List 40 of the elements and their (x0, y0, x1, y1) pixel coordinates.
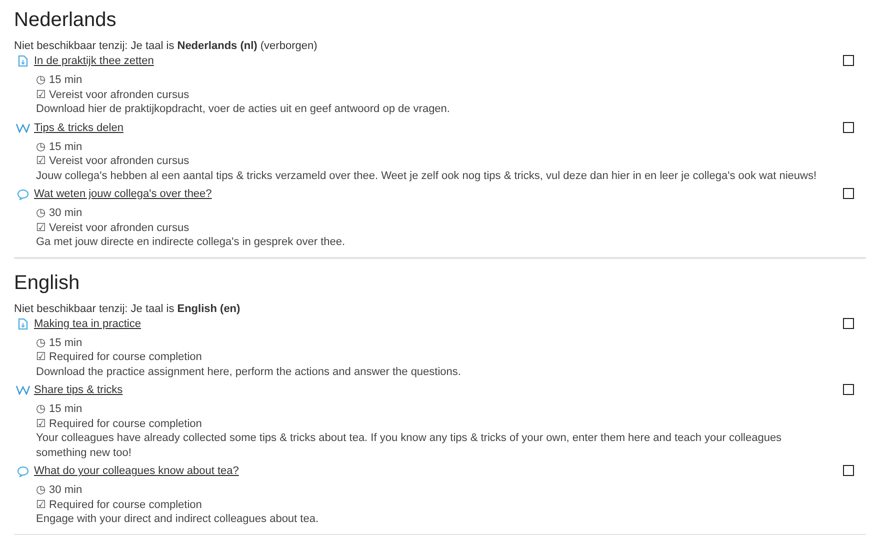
document-icon (18, 55, 28, 67)
duration-text: ◷ 15 min (36, 336, 84, 350)
completion-checkbox[interactable] (843, 55, 854, 66)
chat-bubble-icon (17, 188, 29, 200)
activity-description: Your colleagues have already collected some tips & tricks about tea. If you know any tips & tricks of your own, enter them here and teach your colleagues something new too! (36, 431, 783, 460)
activity-description: Jouw collega's hebben al een aantal tips & tricks verzameld over thee. Weet je zelf ook nog tips & tricks, vul deze dan hier in en leer je collega's ook wat nieuws! (36, 168, 818, 183)
restriction-text: Niet beschikbaar tenzij: Je taal is Nederlands (nl) (verborgen) (14, 39, 318, 53)
section-title: English (14, 270, 81, 296)
wiki-icon (16, 122, 30, 132)
activity-description: Ga met jouw directe en indirecte collega's in gesprek over thee. (36, 235, 346, 250)
duration-text: ◷ 15 min (36, 140, 84, 154)
wiki-icon (16, 385, 30, 395)
activity-description: Engage with your direct and indirect colleagues about tea. (36, 512, 320, 526)
activity-description: Download hier de praktijkopdracht, voer de acties uit en geef antwoord op de vragen. (36, 102, 451, 116)
activity-description: Download the practice assignment here, perform the actions and answer the questions. (36, 364, 462, 379)
document-icon (18, 318, 28, 330)
requirement-text: ☑ Vereist voor afronden cursus (36, 88, 190, 102)
activity-link[interactable]: What do your colleagues know about tea? (34, 465, 239, 477)
duration-text: ◷ 15 min (36, 402, 84, 416)
restriction-text: Niet beschikbaar tenzij: Je taal is English (en) (14, 302, 242, 316)
requirement-text: ☑ Vereist voor afronden cursus (36, 220, 190, 235)
activity-link[interactable]: Wat weten jouw collega's over thee? (34, 188, 212, 200)
activity-link[interactable]: Tips & tricks delen (34, 122, 124, 134)
requirement-text: ☑ Required for course completion (36, 498, 203, 512)
completion-checkbox[interactable] (843, 465, 854, 476)
duration-text: ◷ 30 min (36, 206, 84, 220)
duration-text: ◷ 15 min (36, 73, 84, 88)
chat-bubble-icon (17, 466, 29, 476)
activity-link[interactable]: Making tea in practice (34, 318, 141, 330)
section-title: Nederlands (14, 8, 118, 33)
completion-checkbox[interactable] (843, 384, 854, 395)
requirement-text: ☑ Required for course completion (36, 416, 203, 431)
activity-link[interactable]: In de praktijk thee zetten (34, 55, 154, 67)
completion-checkbox[interactable] (843, 122, 854, 132)
completion-checkbox[interactable] (843, 318, 854, 328)
completion-checkbox[interactable] (843, 188, 854, 199)
activity-link[interactable]: Share tips & tricks (34, 384, 123, 396)
requirement-text: ☑ Vereist voor afronden cursus (36, 154, 190, 168)
duration-text: ◷ 30 min (36, 483, 84, 498)
requirement-text: ☑ Required for course completion (36, 350, 203, 364)
